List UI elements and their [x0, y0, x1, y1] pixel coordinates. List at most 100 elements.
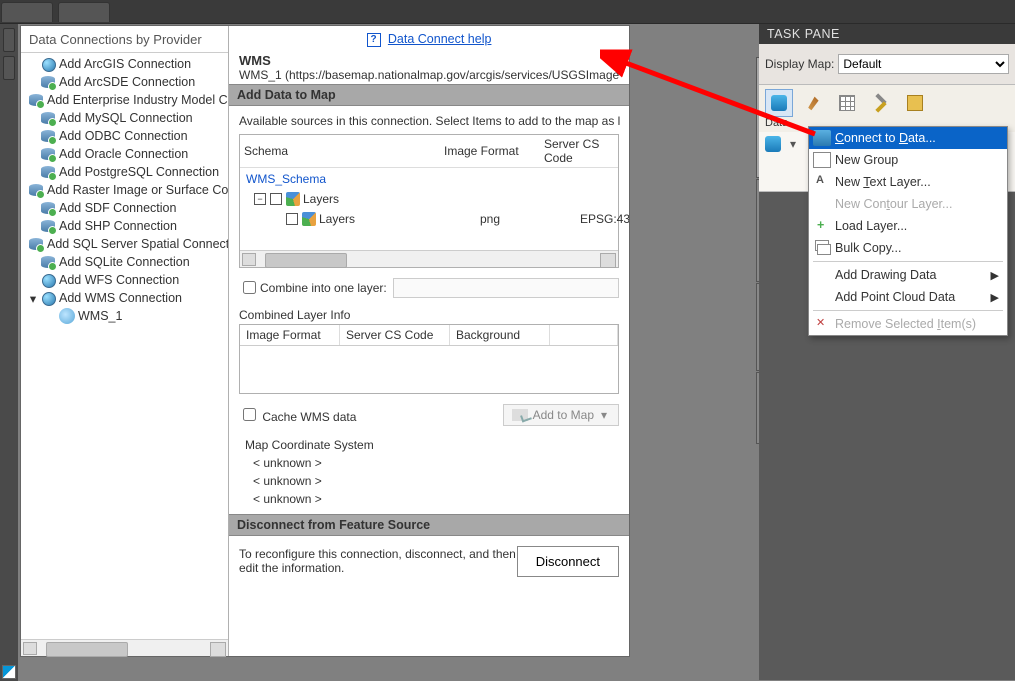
db-icon	[40, 164, 56, 180]
layer-cube-icon	[286, 192, 300, 206]
chevron-down-icon[interactable]: ▾	[785, 137, 801, 151]
add-to-map-icon	[512, 409, 528, 421]
data-connect-help-link[interactable]: Data Connect help	[388, 32, 492, 46]
menu-load-layer[interactable]: Load Layer...	[809, 215, 1007, 237]
provider-tree[interactable]: Add ArcGIS ConnectionAdd ArcSDE Connecti…	[21, 53, 228, 639]
disconnect-button[interactable]: Disconnect	[517, 546, 619, 577]
layers-parent-row[interactable]: − Layers	[248, 190, 618, 208]
provider-label: Add ODBC Connection	[59, 129, 188, 143]
folder-icon	[813, 152, 831, 168]
provider-item[interactable]: ▾Add WMS Connection	[21, 289, 228, 307]
provider-label: Add Oracle Connection	[59, 147, 188, 161]
combined-layer-info-title: Combined Layer Info	[239, 304, 619, 324]
wms-connection-icon	[59, 308, 75, 324]
provider-label: Add SQLite Connection	[59, 255, 190, 269]
layer-checkbox[interactable]	[286, 213, 298, 225]
add-to-map-button[interactable]: Add to Map ▾	[503, 404, 619, 426]
connection-path: WMS_1 (https://basemap.nationalmap.gov/a…	[239, 68, 619, 82]
provider-item[interactable]: Add SQLite Connection	[21, 253, 228, 271]
provider-item[interactable]: Add SQL Server Spatial Connect	[21, 235, 228, 253]
grid-header: Schema Image Format Server CS Code	[240, 135, 618, 168]
tools-button[interactable]	[867, 89, 895, 117]
combine-name-field[interactable]	[393, 278, 619, 298]
text-icon	[813, 174, 831, 190]
plus-icon	[813, 218, 831, 234]
db-icon	[40, 200, 56, 216]
style-tool-button[interactable]	[799, 89, 827, 117]
combine-checkbox[interactable]	[243, 281, 256, 294]
blank-icon	[813, 267, 831, 283]
delete-icon	[813, 316, 831, 332]
provider-item[interactable]: Add Oracle Connection	[21, 145, 228, 163]
cache-wms-checkbox[interactable]: Cache WMS data	[239, 405, 356, 424]
layer-cube-icon	[302, 212, 316, 226]
connection-item[interactable]: WMS_1	[21, 307, 228, 325]
provider-item[interactable]: Add ODBC Connection	[21, 127, 228, 145]
expand-box-icon[interactable]: −	[254, 193, 266, 205]
doc-tab-2[interactable]	[58, 2, 110, 22]
data-tool-button[interactable]	[765, 89, 793, 117]
help-icon: ?	[367, 33, 381, 47]
dock-pin[interactable]	[3, 56, 15, 80]
cli-col-cs: Server CS Code	[340, 325, 450, 345]
provider-item[interactable]: Add SHP Connection	[21, 217, 228, 235]
provider-item[interactable]: Add Enterprise Industry Model C	[21, 91, 228, 109]
layer-checkbox[interactable]	[270, 193, 282, 205]
provider-item[interactable]: Add ArcSDE Connection	[21, 73, 228, 91]
combined-layer-grid: Image Format Server CS Code Background	[239, 324, 619, 394]
menu-add-point-cloud-data[interactable]: Add Point Cloud Data ▶	[809, 286, 1007, 308]
menu-add-drawing-data[interactable]: Add Drawing Data ▶	[809, 264, 1007, 286]
connection-type-heading: WMS	[239, 53, 271, 68]
cs-unknown-1: < unknown >	[239, 454, 619, 472]
horizontal-scrollbar[interactable]	[21, 639, 228, 656]
database-icon	[813, 130, 831, 146]
provider-list-title: Data Connections by Provider	[21, 26, 228, 53]
menu-new-contour-layer: New Contour Layer...	[809, 193, 1007, 215]
connection-label: WMS_1	[78, 309, 122, 323]
cs-unknown-2: < unknown >	[239, 472, 619, 490]
db-icon	[40, 218, 56, 234]
db-icon	[28, 182, 44, 198]
schema-grid[interactable]: Schema Image Format Server CS Code WMS_S…	[239, 134, 619, 268]
provider-label: Add SDF Connection	[59, 201, 176, 215]
provider-item[interactable]: Add ArcGIS Connection	[21, 55, 228, 73]
menu-connect-to-data[interactable]: Connect to Data...	[809, 127, 1007, 149]
format-cell[interactable]: png	[480, 212, 580, 226]
cache-checkbox[interactable]	[243, 408, 256, 421]
display-map-select[interactable]: Default	[838, 54, 1009, 74]
provider-item[interactable]: Add MySQL Connection	[21, 109, 228, 127]
task-pane-toolbar	[759, 84, 1015, 118]
map-tool-button[interactable]	[901, 89, 929, 117]
provider-label: Add SHP Connection	[59, 219, 177, 233]
grid-scrollbar[interactable]	[240, 250, 618, 267]
menu-bulk-copy[interactable]: Bulk Copy...	[809, 237, 1007, 259]
brush-icon	[805, 95, 821, 111]
map-cs-title: Map Coordinate System	[239, 430, 619, 454]
schema-name[interactable]: WMS_Schema	[240, 168, 618, 190]
table-tool-button[interactable]	[833, 89, 861, 117]
task-pane: TASK PANE Display Map: Default Data ▾	[759, 24, 1015, 680]
task-pane-title: TASK PANE	[759, 24, 1015, 44]
provider-label: Add WMS Connection	[59, 291, 182, 305]
dock-pin[interactable]	[3, 28, 15, 52]
menu-new-text-layer[interactable]: New Text Layer...	[809, 171, 1007, 193]
db-icon	[28, 92, 44, 108]
autodesk-logo-icon	[2, 665, 16, 679]
provider-item[interactable]: Add PostgreSQL Connection	[21, 163, 228, 181]
globe-icon	[40, 272, 56, 288]
layers-icon	[813, 240, 831, 256]
provider-item[interactable]: Add SDF Connection	[21, 199, 228, 217]
provider-item[interactable]: Add Raster Image or Surface Co	[21, 181, 228, 199]
doc-tab-1[interactable]	[1, 2, 53, 22]
submenu-arrow-icon: ▶	[991, 291, 999, 304]
add-data-bar: Add Data to Map	[229, 84, 629, 106]
disconnect-bar: Disconnect from Feature Source	[229, 514, 629, 536]
menu-new-group[interactable]: New Group	[809, 149, 1007, 171]
col-server-cs: Server CS Code	[544, 137, 614, 165]
cs-cell[interactable]: EPSG:4326	[580, 212, 629, 226]
layer-child-row[interactable]: Layers	[280, 210, 480, 228]
provider-item[interactable]: Add WFS Connection	[21, 271, 228, 289]
dropdown-arrow-icon[interactable]: ▾	[598, 408, 610, 422]
menu-separator	[813, 261, 1003, 262]
map-icon	[907, 95, 923, 111]
